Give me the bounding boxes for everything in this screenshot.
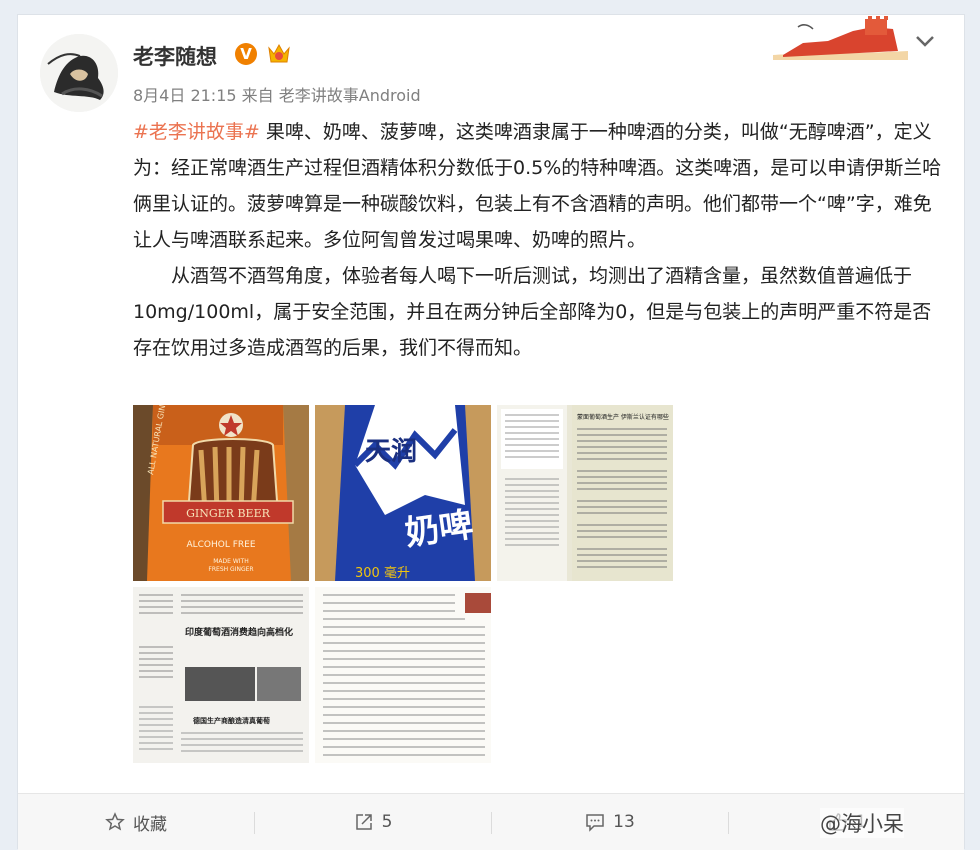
post-body: #老李讲故事# 果啤、奶啤、菠萝啤，这类啤酒隶属于一种啤酒的分类，叫做“无醇啤酒… xyxy=(133,114,943,366)
hashtag-link[interactable]: #老李讲故事# xyxy=(133,121,260,143)
author-name[interactable]: 老李随想 xyxy=(133,41,217,71)
star-icon xyxy=(105,812,125,831)
post-paragraph-1: #老李讲故事# 果啤、奶啤、菠萝啤，这类啤酒隶属于一种啤酒的分类，叫做“无醇啤酒… xyxy=(133,114,943,258)
source-app[interactable]: 老李讲故事Android xyxy=(279,86,421,105)
favorite-label: 收藏 xyxy=(133,814,167,835)
post-meta: 8月4日 21:15 来自 老李讲故事Android xyxy=(133,82,421,106)
favorite-button[interactable]: 收藏 xyxy=(18,794,254,850)
milk-brand: 天润 xyxy=(365,436,417,467)
ginger-alcohol-free: ALCOHOL FREE xyxy=(186,540,255,550)
newspaper1-headline: 蒙面葡萄酒生产 伊斯兰认证有哪些 xyxy=(577,413,669,421)
chevron-down-icon[interactable] xyxy=(913,33,937,49)
comment-button[interactable]: 13 xyxy=(492,794,728,850)
newspaper2-headline1: 印度葡萄酒消费趋向高档化 xyxy=(185,626,293,638)
weibo-watermark: @海小呆 xyxy=(820,808,904,838)
newspaper2-headline2: 德国生产商酿造清真葡萄 xyxy=(193,716,270,725)
repost-count: 5 xyxy=(381,812,393,832)
repost-button[interactable]: 5 xyxy=(255,794,491,850)
comment-icon xyxy=(586,814,604,832)
post-image-article-text[interactable] xyxy=(315,587,491,763)
ginger-sub1: MADE WITH xyxy=(213,558,248,565)
author-avatar[interactable] xyxy=(40,34,118,112)
post-image-newspaper-1[interactable]: 蒙面葡萄酒生产 伊斯兰认证有哪些 xyxy=(497,405,673,581)
comment-count: 13 xyxy=(613,812,635,832)
level-badge-icon xyxy=(265,42,293,66)
post-image-ginger-beer[interactable]: ALL NATURAL GINGER BEER GINGER BEER ALCO… xyxy=(133,405,309,581)
post-paragraph-2: 从酒驾不酒驾角度，体验者每人喝下一听后测试，均测出了酒精含量，虽然数值普遍低于1… xyxy=(133,265,932,359)
great-wall-banner-icon xyxy=(773,15,908,60)
weibo-post-card: 老李随想 V 8月4日 21:15 来自 老李讲故事Android #老李讲故事… xyxy=(17,14,965,850)
repost-icon xyxy=(355,814,372,830)
post-image-milk-beer[interactable]: 天润 奶啤 300 毫升 xyxy=(315,405,491,581)
verified-badge: V xyxy=(235,43,257,65)
ginger-ribbon-text: GINGER BEER xyxy=(186,507,270,520)
ginger-sub2: FRESH GINGER xyxy=(208,566,253,573)
milk-volume: 300 毫升 xyxy=(355,565,410,581)
source-prefix: 来自 xyxy=(241,86,274,105)
post-timestamp[interactable]: 8月4日 21:15 xyxy=(133,86,237,105)
post-image-newspaper-2[interactable]: 印度葡萄酒消费趋向高档化 德国生产商酿造清真葡萄 xyxy=(133,587,309,763)
